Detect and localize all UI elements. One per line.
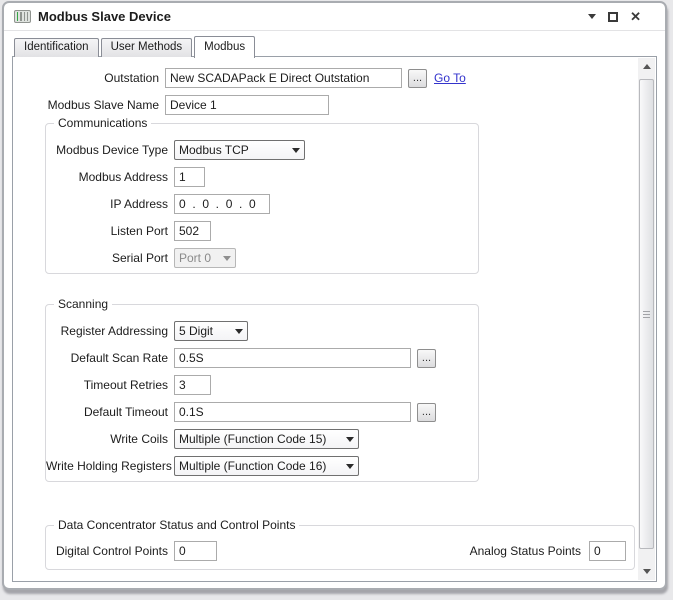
serial-port-label: Serial Port [46, 251, 168, 265]
write-holding-registers-dropdown[interactable]: Multiple (Function Code 16) [174, 456, 359, 476]
default-timeout-input[interactable] [174, 402, 411, 422]
modbus-device-icon [14, 10, 31, 23]
outstation-label: Outstation [25, 71, 159, 85]
listen-port-label: Listen Port [46, 224, 168, 238]
slave-name-input[interactable] [165, 95, 329, 115]
write-holding-registers-row: Write Holding Registers Multiple (Functi… [46, 456, 478, 476]
chevron-down-icon [346, 437, 354, 442]
modbus-form: Outstation ... Go To Modbus Slave Name C… [13, 57, 636, 581]
default-scan-rate-label: Default Scan Rate [46, 351, 168, 365]
ip-address-input[interactable] [174, 194, 270, 214]
modbus-address-input[interactable] [174, 167, 205, 187]
scroll-down-button[interactable] [638, 563, 655, 580]
chevron-down-icon [223, 256, 231, 261]
device-type-row: Modbus Device Type Modbus TCP [46, 140, 478, 160]
chevron-down-icon [235, 329, 243, 334]
modbus-address-row: Modbus Address [46, 167, 478, 187]
digital-control-points-label: Digital Control Points [46, 544, 168, 558]
digital-control-points-input[interactable] [174, 541, 217, 561]
window-menu-button[interactable] [588, 11, 596, 23]
scroll-up-button[interactable] [638, 58, 655, 75]
write-coils-dropdown[interactable]: Multiple (Function Code 15) [174, 429, 359, 449]
window-controls: ✕ [588, 11, 655, 23]
goto-link[interactable]: Go To [434, 71, 466, 85]
data-concentrator-group: Data Concentrator Status and Control Poi… [45, 525, 635, 570]
scrollbar-thumb[interactable] [639, 79, 654, 549]
title-bar: Modbus Slave Device ✕ [4, 3, 665, 31]
scanning-group-title: Scanning [54, 297, 112, 311]
serial-port-dropdown: Port 0 [174, 248, 236, 268]
timeout-retries-row: Timeout Retries [46, 375, 478, 395]
timeout-browse-button[interactable]: ... [417, 403, 436, 422]
default-timeout-row: Default Timeout ... [46, 402, 478, 422]
timeout-retries-input[interactable] [174, 375, 211, 395]
scanning-group: Scanning Register Addressing 5 Digit Def… [45, 304, 479, 482]
listen-port-row: Listen Port [46, 221, 478, 241]
ip-address-label: IP Address [46, 197, 168, 211]
analog-status-points-label: Analog Status Points [470, 544, 581, 558]
outstation-browse-button[interactable]: ... [408, 69, 427, 88]
communications-group-title: Communications [54, 116, 151, 130]
communications-group: Communications Modbus Device Type Modbus… [45, 123, 479, 274]
write-coils-row: Write Coils Multiple (Function Code 15) [46, 429, 478, 449]
slave-name-label: Modbus Slave Name [25, 98, 159, 112]
write-coils-label: Write Coils [46, 432, 168, 446]
maximize-button[interactable] [608, 11, 618, 23]
concentrator-points-row: Digital Control Points Analog Status Poi… [46, 541, 626, 561]
register-addressing-label: Register Addressing [46, 324, 168, 338]
modbus-address-label: Modbus Address [46, 170, 168, 184]
data-concentrator-group-title: Data Concentrator Status and Control Poi… [54, 518, 299, 532]
timeout-retries-label: Timeout Retries [46, 378, 168, 392]
scan-rate-browse-button[interactable]: ... [417, 349, 436, 368]
default-scan-rate-input[interactable] [174, 348, 411, 368]
tab-strip: Identification User Methods Modbus [14, 35, 257, 57]
device-type-dropdown[interactable]: Modbus TCP [174, 140, 305, 160]
tab-modbus[interactable]: Modbus [194, 36, 255, 58]
default-timeout-label: Default Timeout [46, 405, 168, 419]
write-holding-registers-label: Write Holding Registers [46, 459, 168, 473]
close-button[interactable]: ✕ [630, 11, 641, 23]
outstation-row: Outstation ... Go To [25, 68, 636, 88]
chevron-down-icon [292, 148, 300, 153]
tab-content-panel: Outstation ... Go To Modbus Slave Name C… [12, 56, 657, 582]
serial-port-row: Serial Port Port 0 [46, 248, 478, 268]
outstation-input[interactable] [165, 68, 402, 88]
listen-port-input[interactable] [174, 221, 211, 241]
register-addressing-row: Register Addressing 5 Digit [46, 321, 478, 341]
register-addressing-dropdown[interactable]: 5 Digit [174, 321, 248, 341]
maximize-icon [608, 12, 618, 22]
analog-status-points-input[interactable] [589, 541, 626, 561]
triangle-up-icon [643, 64, 651, 69]
ip-address-row: IP Address [46, 194, 478, 214]
modbus-slave-device-window: Modbus Slave Device ✕ Identification Use… [2, 1, 667, 590]
tab-user-methods[interactable]: User Methods [101, 38, 193, 57]
triangle-down-icon [588, 14, 596, 19]
window-title: Modbus Slave Device [38, 9, 171, 24]
close-icon: ✕ [630, 11, 641, 23]
vertical-scrollbar[interactable] [638, 58, 655, 580]
device-type-label: Modbus Device Type [46, 143, 168, 157]
triangle-down-icon [643, 569, 651, 574]
chevron-down-icon [346, 464, 354, 469]
slave-name-row: Modbus Slave Name [25, 95, 636, 115]
tab-identification[interactable]: Identification [14, 38, 99, 57]
default-scan-rate-row: Default Scan Rate ... [46, 348, 478, 368]
